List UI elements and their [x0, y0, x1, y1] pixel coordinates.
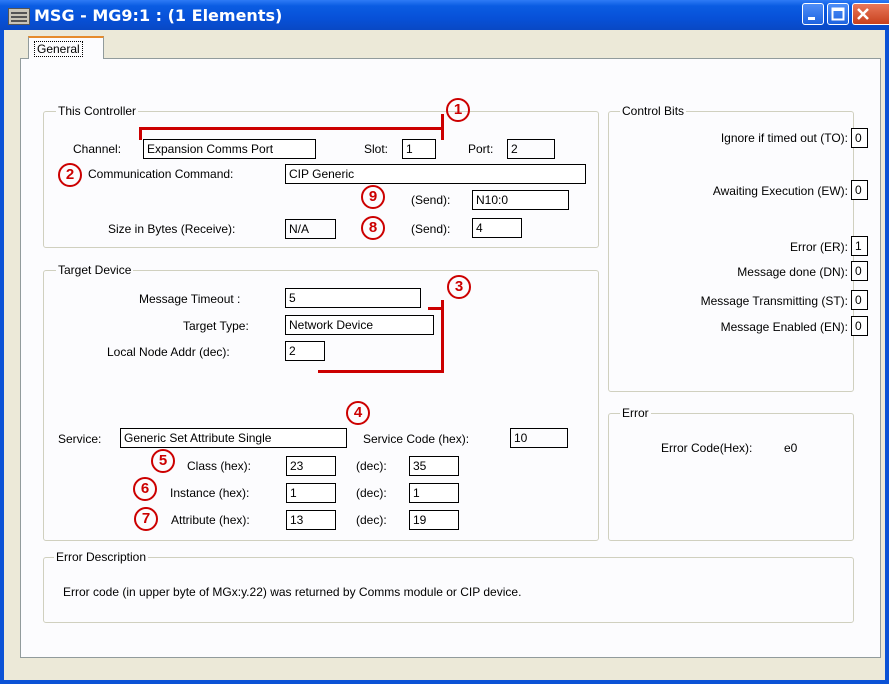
control-bit-ew-label: Awaiting Execution (EW): [712, 184, 848, 198]
service-code-label: Service Code (hex): [363, 432, 470, 446]
port-label: Port: [468, 142, 494, 156]
size-send-label: (Send): [411, 222, 451, 236]
class-hex-field[interactable]: 23 [286, 456, 336, 476]
control-bit-en-value[interactable]: 0 [851, 316, 868, 336]
control-bit-dn-label: Message done (DN): [737, 265, 848, 279]
maximize-button[interactable] [827, 3, 849, 25]
this-controller-title: This Controller [56, 104, 139, 118]
tab-general-label: General [34, 41, 83, 57]
close-icon [857, 8, 869, 20]
service-label: Service: [58, 432, 102, 446]
control-bit-dn-value[interactable]: 0 [851, 261, 868, 281]
class-label: Class (hex): [187, 459, 252, 473]
close-button[interactable] [852, 3, 889, 25]
class-dec-field[interactable]: 35 [409, 456, 459, 476]
control-bit-st-label: Message Transmitting (ST): [700, 294, 848, 308]
size-receive-field: N/A [285, 219, 336, 239]
app-icon [8, 8, 30, 25]
slot-field[interactable]: 1 [402, 139, 436, 159]
control-bit-ew-value[interactable]: 0 [851, 180, 868, 200]
tab-general[interactable]: General [28, 36, 104, 59]
maximize-icon [831, 7, 845, 21]
control-bit-to-label: Ignore if timed out (TO): [720, 131, 848, 145]
port-field: 2 [507, 139, 555, 159]
callout-3-bracket-top [428, 307, 442, 310]
dialog-window: MSG - MG9:1 : (1 Elements) General This … [0, 0, 889, 684]
size-send-field[interactable]: 4 [472, 218, 522, 238]
callout-1-bracket-left [139, 127, 142, 140]
callout-2-badge: 2 [58, 163, 82, 187]
size-receive-label: Size in Bytes (Receive): [108, 222, 236, 236]
control-bit-st-value[interactable]: 0 [851, 290, 868, 310]
service-code-field: 10 [510, 428, 568, 448]
minimize-button[interactable] [802, 3, 824, 25]
title-bar[interactable]: MSG - MG9:1 : (1 Elements) [0, 0, 889, 30]
instance-dec-field[interactable]: 1 [409, 483, 459, 503]
control-bit-er-label: Error (ER): [790, 240, 848, 254]
error-code-value: e0 [784, 441, 798, 455]
target-type-field[interactable]: Network Device [285, 315, 434, 335]
callout-7-badge: 7 [134, 507, 158, 531]
send-address-field[interactable]: N10:0 [472, 190, 569, 210]
instance-label: Instance (hex): [170, 486, 250, 500]
minimize-icon [808, 17, 815, 20]
control-bit-er-value[interactable]: 1 [851, 236, 868, 256]
control-bit-to-value[interactable]: 0 [851, 128, 868, 148]
timeout-field[interactable]: 5 [285, 288, 421, 308]
callout-5-badge: 5 [151, 449, 175, 473]
callout-3-badge: 3 [447, 275, 471, 299]
error-code-label: Error Code(Hex): [661, 441, 753, 455]
callout-1-bracket-top [139, 127, 444, 130]
target-type-label: Target Type: [183, 319, 249, 333]
instance-hex-field[interactable]: 1 [286, 483, 336, 503]
error-description-title: Error Description [54, 550, 149, 564]
error-title: Error [620, 406, 651, 420]
timeout-label: Message Timeout : [139, 292, 241, 306]
slot-label: Slot: [364, 142, 389, 156]
callout-9-badge: 9 [361, 185, 385, 209]
instance-dec-label: (dec): [356, 486, 387, 500]
error-group [608, 413, 854, 541]
callout-3-bracket-bottom [318, 370, 444, 373]
window-title: MSG - MG9:1 : (1 Elements) [34, 6, 283, 25]
callout-1-badge: 1 [446, 98, 470, 122]
callout-4-badge: 4 [346, 401, 370, 425]
channel-label: Channel: [73, 142, 122, 156]
channel-field[interactable]: Expansion Comms Port [143, 139, 316, 159]
send-label: (Send): [411, 193, 451, 207]
callout-1-bracket-right [441, 114, 444, 140]
attribute-dec-label: (dec): [356, 513, 387, 527]
attribute-hex-field[interactable]: 13 [286, 510, 336, 530]
service-select[interactable]: Generic Set Attribute Single [120, 428, 347, 448]
control-bit-en-label: Message Enabled (EN): [720, 320, 848, 334]
error-description-text: Error code (in upper byte of MGx:y.22) w… [63, 585, 522, 599]
command-label: Communication Command: [88, 167, 234, 181]
callout-6-badge: 6 [133, 477, 157, 501]
callout-8-badge: 8 [361, 216, 385, 240]
target-device-title: Target Device [56, 263, 134, 277]
attribute-label: Attribute (hex): [171, 513, 250, 527]
command-field[interactable]: CIP Generic [285, 164, 586, 184]
class-dec-label: (dec): [356, 459, 387, 473]
callout-3-bracket-side [441, 300, 444, 372]
node-field[interactable]: 2 [285, 341, 325, 361]
node-label: Local Node Addr (dec): [107, 345, 230, 359]
attribute-dec-field[interactable]: 19 [409, 510, 459, 530]
control-bits-title: Control Bits [620, 104, 687, 118]
